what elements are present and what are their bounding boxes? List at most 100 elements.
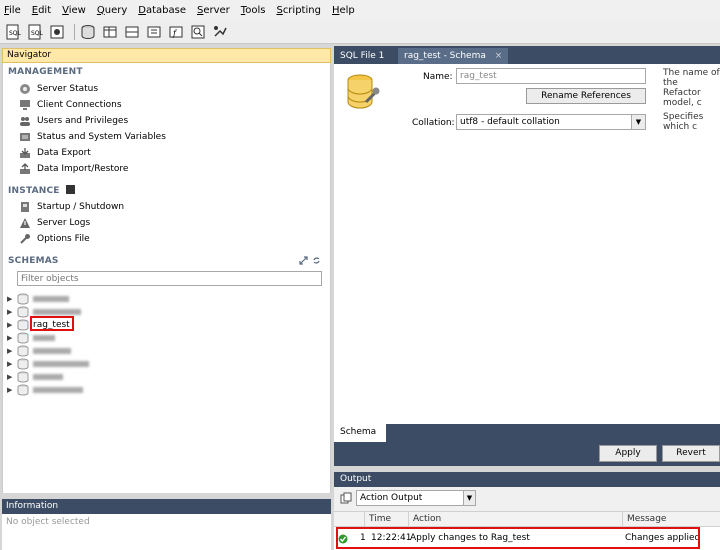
svg-text:SQL: SQL [9,30,21,37]
schema-row[interactable]: ▶ [7,331,55,344]
expand-arrow-icon[interactable]: ▶ [7,360,15,368]
schema-row[interactable]: ▶ [7,357,89,370]
nav-client-connections[interactable]: Client Connections [19,98,122,112]
management-section-title: MANAGEMENT [8,67,83,77]
schema-filter-input[interactable] [17,271,322,286]
menu-file[interactable]: File [4,5,21,16]
create-procedure-icon[interactable] [145,23,163,41]
variables-icon [19,131,31,143]
editor-bottom-tab-bar [334,424,720,442]
nav-label: Options File [37,234,90,244]
output-column-headers: Time Action Message [334,511,720,527]
menu-scripting[interactable]: Scripting [276,5,320,16]
menu-view[interactable]: View [62,5,86,16]
import-icon [19,163,31,175]
warning-icon [19,217,31,229]
schema-editor-panel: Name: rag_test The name of the Rename Re… [334,64,720,426]
tab-schema[interactable]: Schema [334,424,386,442]
refresh-icon[interactable] [312,256,321,265]
export-icon [19,147,31,159]
menu-bar: File Edit View Query Database Server Too… [0,0,720,20]
server-status-icon [19,83,31,95]
menu-database[interactable]: Database [138,5,186,16]
expand-arrow-icon[interactable]: ▶ [7,373,15,381]
nav-status-variables[interactable]: Status and System Variables [19,130,166,144]
column-action[interactable]: Action [408,512,622,527]
schema-row[interactable]: ▶ [7,344,71,357]
wrench-icon [19,233,31,245]
name-label: Name: [423,72,453,82]
startup-icon [19,201,31,213]
navigator-header: Navigator [2,48,331,63]
expand-arrow-icon[interactable]: ▶ [7,308,15,316]
output-type-value: Action Output [360,493,423,503]
rename-references-button[interactable]: Rename References [526,88,646,104]
expand-arrow-icon[interactable]: ▶ [7,347,15,355]
schema-name-redacted [33,334,55,341]
schema-row[interactable]: ▶ [7,292,69,305]
create-schema-icon[interactable] [79,23,97,41]
expand-arrow-icon[interactable]: ▶ [7,386,15,394]
schema-name-redacted [33,295,69,302]
nav-options-file[interactable]: Options File [19,232,90,246]
open-sql-file-icon[interactable]: SQL [26,23,44,41]
collation-select[interactable]: utf8 - default collation ▼ [456,114,646,130]
close-tab-icon[interactable]: × [495,51,503,61]
nav-label: Users and Privileges [37,116,129,126]
schema-row[interactable]: ▶ [7,383,83,396]
nav-startup-shutdown[interactable]: Startup / Shutdown [19,200,124,214]
nav-server-logs[interactable]: Server Logs [19,216,90,230]
schema-row[interactable]: ▶ [7,370,63,383]
menu-tools[interactable]: Tools [241,5,266,16]
database-icon [17,345,29,357]
schemas-section-title: SCHEMAS [8,256,59,266]
nav-data-import[interactable]: Data Import/Restore [19,162,128,176]
nav-data-export[interactable]: Data Export [19,146,91,160]
instance-section-title: INSTANCE [8,185,75,196]
schema-name-redacted [33,373,63,380]
tab-sql-file-1[interactable]: SQL File 1 [334,48,390,64]
chevron-down-icon[interactable]: ▼ [463,491,475,505]
tab-label: rag_test - Schema [404,51,486,61]
rename-help-text: Refactor model, c [663,88,702,108]
column-time[interactable]: Time [364,512,408,527]
revert-button[interactable]: Revert [662,445,720,462]
instance-title-text: INSTANCE [8,186,60,196]
expand-icon[interactable] [299,256,308,265]
create-table-icon[interactable] [101,23,119,41]
apply-button[interactable]: Apply [599,445,657,462]
tab-schema-editor[interactable]: rag_test - Schema × [398,48,509,64]
create-function-icon[interactable]: f [167,23,185,41]
expand-arrow-icon[interactable]: ▶ [7,295,15,303]
information-header: Information [2,499,331,514]
menu-query[interactable]: Query [97,5,127,16]
database-icon [17,384,29,396]
nav-server-status[interactable]: Server Status [19,82,98,96]
menu-server[interactable]: Server [197,5,230,16]
information-panel: No object selected [2,514,331,550]
column-message[interactable]: Message [622,512,720,527]
new-sql-tab-icon[interactable]: SQL [4,23,22,41]
editor-tab-bar: SQL File 1 rag_test - Schema × [334,46,720,64]
nav-label: Status and System Variables [37,132,166,142]
main-toolbar: SQL SQL f [0,20,720,44]
inspector-icon[interactable] [48,23,66,41]
create-view-icon[interactable] [123,23,141,41]
menu-edit[interactable]: Edit [32,5,51,16]
nav-users-privileges[interactable]: Users and Privileges [19,114,128,128]
copy-icon[interactable] [340,492,352,504]
output-header: Output [334,472,720,487]
database-icon [17,332,29,344]
nav-label: Startup / Shutdown [37,202,125,212]
chevron-down-icon[interactable]: ▼ [631,115,645,129]
search-table-data-icon[interactable] [189,23,207,41]
menu-help[interactable]: Help [332,5,355,16]
toolbar-separator [74,23,75,40]
expand-arrow-icon[interactable]: ▶ [7,321,15,329]
expand-arrow-icon[interactable]: ▶ [7,334,15,342]
schema-name-input[interactable]: rag_test [456,68,646,84]
output-type-select[interactable]: Action Output ▼ [356,490,476,506]
schema-database-icon [344,72,380,112]
selected-schema-highlight [30,316,74,331]
reconnect-icon[interactable] [211,23,229,41]
